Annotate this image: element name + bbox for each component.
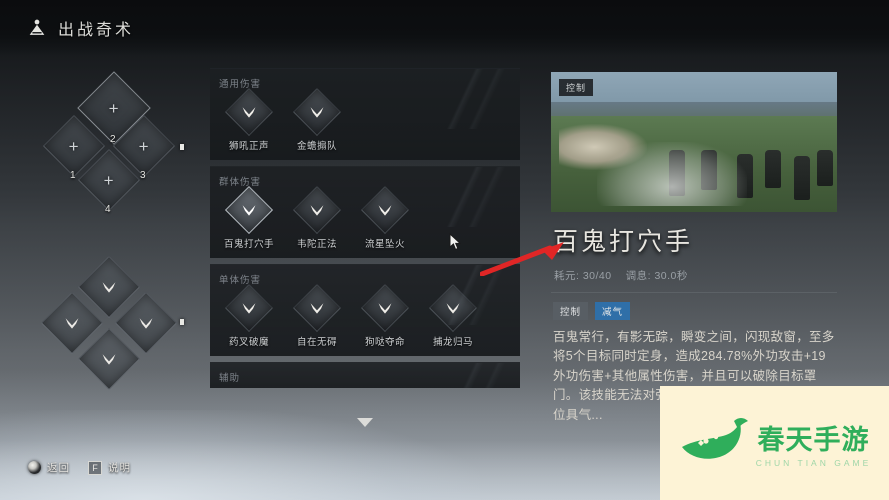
fist-icon — [239, 300, 259, 316]
skill-label: 捕龙归马 — [432, 337, 473, 348]
equip-cluster-secondary — [30, 255, 190, 391]
detail-divider — [551, 292, 837, 293]
skill-label: 韦陀正法 — [296, 239, 337, 250]
skill-icon-frame — [360, 283, 410, 333]
cluster-marker-dot — [180, 144, 184, 150]
skill-label: 流星坠火 — [364, 239, 405, 250]
equip-slot-1-number: 1 — [70, 170, 76, 181]
stat-cooldown: 调息: 30.0秒 — [625, 270, 688, 282]
skill-icon-frame — [224, 185, 274, 235]
skill-item-liuxingzhuihuo[interactable]: 流星坠火 — [359, 185, 411, 250]
header-bar: 出战奇术 — [0, 0, 889, 56]
watermark-inner: 春天手游 CHUN TIAN GAME — [678, 415, 872, 472]
plus-icon: + — [104, 170, 114, 190]
skill-icon-frame — [224, 283, 274, 333]
skill-label: 药叉破魔 — [228, 337, 269, 348]
skill-tags: 控制 减气 — [553, 302, 837, 320]
tag-qi-reduction: 减气 — [595, 302, 631, 320]
mouse-cursor — [449, 233, 461, 251]
skill-item-goudaduoming[interactable]: 狗哒夺命 — [359, 283, 411, 348]
category-items: 百鬼打穴手 韦陀正法 流星坠火 — [219, 185, 511, 250]
skill-item-shihouzhengsheng[interactable]: 狮吼正声 — [223, 87, 275, 152]
skill-category-general: 通用伤害 狮吼正声 金蟾搧队 — [210, 68, 520, 160]
category-title: 辅助 — [219, 373, 241, 384]
skill-label: 百鬼打穴手 — [223, 239, 274, 250]
circle-button-icon — [28, 461, 41, 474]
fist-icon — [136, 315, 156, 331]
hotkey-label: 返回 — [47, 462, 70, 474]
skill-item-baiguidaxueshou[interactable]: 百鬼打穴手 — [223, 185, 275, 250]
category-title: 通用伤害 — [219, 79, 262, 90]
category-title: 群体伤害 — [219, 177, 262, 188]
hotkey-back[interactable]: 返回 — [28, 460, 70, 475]
fist-icon — [239, 202, 259, 218]
page-title: 出战奇术 — [58, 22, 135, 39]
scroll-down-button[interactable] — [210, 418, 520, 427]
watermark-en: CHUN TIAN GAME — [755, 458, 872, 468]
skill-icon-frame — [428, 283, 478, 333]
equip-slot-4-number: 4 — [105, 204, 111, 215]
equip-cluster-primary: + 2 + 1 + 3 + 4 — [30, 71, 190, 227]
skill-item-zizaiwuai[interactable]: 自在无碍 — [291, 283, 343, 348]
plus-icon: + — [69, 136, 79, 156]
key-f-icon: F — [88, 460, 102, 475]
preview-type-badge: 控制 — [559, 79, 594, 96]
skill-icon-frame — [360, 185, 410, 235]
skill-item-bulongguima[interactable]: 捕龙归马 — [427, 283, 479, 348]
annotation-arrow — [480, 242, 564, 276]
fist-icon — [307, 104, 327, 120]
skill-stats: 耗元: 30/40 调息: 30.0秒 — [554, 268, 837, 283]
skill-icon-frame — [292, 87, 342, 137]
preview-character — [765, 150, 781, 188]
skill-icon-frame — [292, 283, 342, 333]
preview-dust-effect — [597, 142, 747, 206]
plus-icon: + — [139, 136, 149, 156]
chevron-down-icon — [357, 418, 373, 427]
skill-label: 自在无碍 — [296, 337, 337, 348]
category-items: 药叉破魔 自在无碍 狗哒夺命 捕龙归马 — [219, 283, 511, 348]
hotkey-info[interactable]: F 说明 — [88, 460, 131, 475]
meditate-icon — [26, 17, 48, 39]
tag-control: 控制 — [553, 302, 589, 320]
category-title: 单体伤害 — [219, 275, 262, 286]
watermark-text: 春天手游 CHUN TIAN GAME — [756, 418, 872, 468]
watermark-cn: 春天手游 — [757, 425, 870, 455]
skill-category-aoe: 群体伤害 百鬼打穴手 韦陀正法 流星坠火 — [210, 166, 520, 258]
cluster-marker-dot — [180, 319, 184, 325]
watermark: 春天手游 CHUN TIAN GAME — [660, 386, 889, 500]
fist-icon — [99, 351, 119, 367]
equip-slot-2-number: 2 — [110, 134, 116, 145]
fist-icon — [375, 300, 395, 316]
skill-item-yaochapomo[interactable]: 药叉破魔 — [223, 283, 275, 348]
category-items: 狮吼正声 金蟾搧队 — [219, 87, 511, 152]
hotkey-bar: 返回 F 说明 — [28, 460, 131, 475]
hotkey-label: 说明 — [108, 462, 131, 474]
skill-label: 狗哒夺命 — [364, 337, 405, 348]
fist-icon — [99, 279, 119, 295]
skill-detail-title: 百鬼打穴手 — [553, 228, 694, 256]
preview-character — [794, 156, 810, 200]
fist-icon — [307, 300, 327, 316]
fist-icon — [62, 315, 82, 331]
skill-label: 狮吼正声 — [228, 141, 269, 152]
skill-category-single: 单体伤害 药叉破魔 自在无碍 狗哒夺命 捕龙归马 — [210, 264, 520, 356]
skill-category-list[interactable]: 通用伤害 狮吼正声 金蟾搧队 群体伤害 百鬼打穴手 韦陀正法 流星坠火 单体伤害… — [210, 68, 520, 418]
skill-icon-frame — [224, 87, 274, 137]
preview-character — [817, 150, 833, 186]
skill-icon-frame — [292, 185, 342, 235]
skill-detail-panel: 控制 百鬼打穴手 耗元: 30/40 调息: 30.0秒 控制 减气 百鬼常行，… — [551, 72, 837, 425]
skill-preview-video[interactable]: 控制 — [551, 72, 837, 212]
fist-icon — [239, 104, 259, 120]
skill-item-jinchanshandui[interactable]: 金蟾搧队 — [291, 87, 343, 152]
fist-icon — [307, 202, 327, 218]
plus-icon: + — [109, 98, 119, 118]
skill-label: 金蟾搧队 — [296, 141, 337, 152]
equip-slot-3-number: 3 — [140, 170, 146, 181]
bird-logo-icon — [678, 415, 752, 472]
fist-icon — [375, 202, 395, 218]
skill-item-weituozhengfa[interactable]: 韦陀正法 — [291, 185, 343, 250]
equipped-skill-panel: + 2 + 1 + 3 + 4 — [30, 71, 200, 391]
fist-icon — [443, 300, 463, 316]
skill-category-support: 辅助 — [210, 362, 520, 388]
